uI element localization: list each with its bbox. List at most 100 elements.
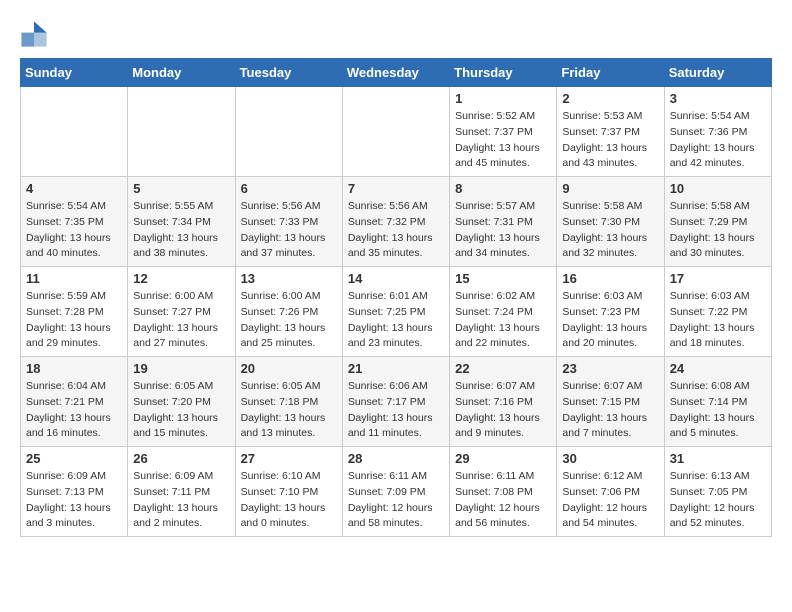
- calendar-cell: 25 Sunrise: 6:09 AM Sunset: 7:13 PM Dayli…: [21, 447, 128, 537]
- day-number: 6: [241, 181, 337, 196]
- logo: [20, 20, 52, 48]
- day-info: Sunrise: 6:06 AM Sunset: 7:17 PM Dayligh…: [348, 379, 444, 442]
- calendar-cell: [235, 87, 342, 177]
- day-info: Sunrise: 6:07 AM Sunset: 7:15 PM Dayligh…: [562, 379, 658, 442]
- day-info: Sunrise: 6:09 AM Sunset: 7:13 PM Dayligh…: [26, 469, 122, 532]
- calendar-week-3: 18 Sunrise: 6:04 AM Sunset: 7:21 PM Dayli…: [21, 357, 772, 447]
- header-monday: Monday: [128, 59, 235, 87]
- day-number: 25: [26, 451, 122, 466]
- calendar-table: SundayMondayTuesdayWednesdayThursdayFrid…: [20, 58, 772, 537]
- calendar-cell: 23 Sunrise: 6:07 AM Sunset: 7:15 PM Dayli…: [557, 357, 664, 447]
- calendar-cell: 1 Sunrise: 5:52 AM Sunset: 7:37 PM Daylig…: [450, 87, 557, 177]
- calendar-week-0: 1 Sunrise: 5:52 AM Sunset: 7:37 PM Daylig…: [21, 87, 772, 177]
- day-info: Sunrise: 6:05 AM Sunset: 7:18 PM Dayligh…: [241, 379, 337, 442]
- calendar-cell: 8 Sunrise: 5:57 AM Sunset: 7:31 PM Daylig…: [450, 177, 557, 267]
- header-friday: Friday: [557, 59, 664, 87]
- day-number: 9: [562, 181, 658, 196]
- calendar-cell: 13 Sunrise: 6:00 AM Sunset: 7:26 PM Dayli…: [235, 267, 342, 357]
- calendar-cell: 5Sunrise: 5:55 AM Sunset: 7:34 PM Daylig…: [128, 177, 235, 267]
- day-number: 23: [562, 361, 658, 376]
- day-info: Sunrise: 5:58 AM Sunset: 7:29 PM Dayligh…: [670, 199, 766, 262]
- day-number: 17: [670, 271, 766, 286]
- day-number: 27: [241, 451, 337, 466]
- day-info: Sunrise: 5:58 AM Sunset: 7:30 PM Dayligh…: [562, 199, 658, 262]
- day-number: 19: [133, 361, 229, 376]
- day-number: 11: [26, 271, 122, 286]
- day-number: 21: [348, 361, 444, 376]
- day-number: 30: [562, 451, 658, 466]
- header-wednesday: Wednesday: [342, 59, 449, 87]
- calendar-cell: 6 Sunrise: 5:56 AM Sunset: 7:33 PM Daylig…: [235, 177, 342, 267]
- day-number: 26: [133, 451, 229, 466]
- day-number: 29: [455, 451, 551, 466]
- calendar-cell: 11 Sunrise: 5:59 AM Sunset: 7:28 PM Dayli…: [21, 267, 128, 357]
- day-number: 8: [455, 181, 551, 196]
- calendar-cell: 30 Sunrise: 6:12 AM Sunset: 7:06 PM Dayli…: [557, 447, 664, 537]
- day-info: Sunrise: 6:00 AM Sunset: 7:27 PM Dayligh…: [133, 289, 229, 352]
- page-header: [20, 20, 772, 48]
- day-info: Sunrise: 6:08 AM Sunset: 7:14 PM Dayligh…: [670, 379, 766, 442]
- calendar-cell: [21, 87, 128, 177]
- day-number: 20: [241, 361, 337, 376]
- day-info: Sunrise: 5:57 AM Sunset: 7:31 PM Dayligh…: [455, 199, 551, 262]
- calendar-cell: 14Sunrise: 6:01 AM Sunset: 7:25 PM Dayli…: [342, 267, 449, 357]
- header-tuesday: Tuesday: [235, 59, 342, 87]
- day-number: 12: [133, 271, 229, 286]
- day-info: Sunrise: 6:09 AM Sunset: 7:11 PM Dayligh…: [133, 469, 229, 532]
- calendar-cell: 3 Sunrise: 5:54 AM Sunset: 7:36 PM Daylig…: [664, 87, 771, 177]
- calendar-cell: 7 Sunrise: 5:56 AM Sunset: 7:32 PM Daylig…: [342, 177, 449, 267]
- calendar-cell: 28 Sunrise: 6:11 AM Sunset: 7:09 PM Dayli…: [342, 447, 449, 537]
- calendar-cell: 2Sunrise: 5:53 AM Sunset: 7:37 PM Daylig…: [557, 87, 664, 177]
- calendar-cell: 15 Sunrise: 6:02 AM Sunset: 7:24 PM Dayli…: [450, 267, 557, 357]
- day-info: Sunrise: 6:04 AM Sunset: 7:21 PM Dayligh…: [26, 379, 122, 442]
- calendar-cell: 4 Sunrise: 5:54 AM Sunset: 7:35 PM Daylig…: [21, 177, 128, 267]
- day-number: 1: [455, 91, 551, 106]
- day-number: 3: [670, 91, 766, 106]
- calendar-cell: 12 Sunrise: 6:00 AM Sunset: 7:27 PM Dayli…: [128, 267, 235, 357]
- calendar-cell: 26 Sunrise: 6:09 AM Sunset: 7:11 PM Dayli…: [128, 447, 235, 537]
- day-info: Sunrise: 5:56 AM Sunset: 7:33 PM Dayligh…: [241, 199, 337, 262]
- calendar-cell: [128, 87, 235, 177]
- day-number: 15: [455, 271, 551, 286]
- day-number: 24: [670, 361, 766, 376]
- day-number: 5: [133, 181, 229, 196]
- calendar-cell: 29 Sunrise: 6:11 AM Sunset: 7:08 PM Dayli…: [450, 447, 557, 537]
- day-number: 2: [562, 91, 658, 106]
- calendar-week-1: 4 Sunrise: 5:54 AM Sunset: 7:35 PM Daylig…: [21, 177, 772, 267]
- day-number: 14: [348, 271, 444, 286]
- calendar-week-2: 11 Sunrise: 5:59 AM Sunset: 7:28 PM Dayli…: [21, 267, 772, 357]
- calendar-cell: 20 Sunrise: 6:05 AM Sunset: 7:18 PM Dayli…: [235, 357, 342, 447]
- day-info: Sunrise: 6:12 AM Sunset: 7:06 PM Dayligh…: [562, 469, 658, 532]
- day-info: Sunrise: 6:13 AM Sunset: 7:05 PM Dayligh…: [670, 469, 766, 532]
- day-info: Sunrise: 5:54 AM Sunset: 7:35 PM Dayligh…: [26, 199, 122, 262]
- header-saturday: Saturday: [664, 59, 771, 87]
- day-info: Sunrise: 6:11 AM Sunset: 7:09 PM Dayligh…: [348, 469, 444, 532]
- day-info: Sunrise: 6:03 AM Sunset: 7:23 PM Dayligh…: [562, 289, 658, 352]
- calendar-cell: 19 Sunrise: 6:05 AM Sunset: 7:20 PM Dayli…: [128, 357, 235, 447]
- calendar-header-row: SundayMondayTuesdayWednesdayThursdayFrid…: [21, 59, 772, 87]
- day-number: 13: [241, 271, 337, 286]
- day-number: 4: [26, 181, 122, 196]
- day-info: Sunrise: 6:10 AM Sunset: 7:10 PM Dayligh…: [241, 469, 337, 532]
- calendar-cell: 9 Sunrise: 5:58 AM Sunset: 7:30 PM Daylig…: [557, 177, 664, 267]
- day-info: Sunrise: 6:11 AM Sunset: 7:08 PM Dayligh…: [455, 469, 551, 532]
- day-info: Sunrise: 6:05 AM Sunset: 7:20 PM Dayligh…: [133, 379, 229, 442]
- day-info: Sunrise: 6:00 AM Sunset: 7:26 PM Dayligh…: [241, 289, 337, 352]
- day-number: 28: [348, 451, 444, 466]
- day-number: 7: [348, 181, 444, 196]
- header-sunday: Sunday: [21, 59, 128, 87]
- calendar-cell: 31Sunrise: 6:13 AM Sunset: 7:05 PM Dayli…: [664, 447, 771, 537]
- day-info: Sunrise: 5:59 AM Sunset: 7:28 PM Dayligh…: [26, 289, 122, 352]
- day-info: Sunrise: 5:52 AM Sunset: 7:37 PM Dayligh…: [455, 109, 551, 172]
- calendar-cell: 17Sunrise: 6:03 AM Sunset: 7:22 PM Dayli…: [664, 267, 771, 357]
- day-info: Sunrise: 5:56 AM Sunset: 7:32 PM Dayligh…: [348, 199, 444, 262]
- day-number: 16: [562, 271, 658, 286]
- day-number: 22: [455, 361, 551, 376]
- day-info: Sunrise: 5:54 AM Sunset: 7:36 PM Dayligh…: [670, 109, 766, 172]
- header-thursday: Thursday: [450, 59, 557, 87]
- day-number: 18: [26, 361, 122, 376]
- calendar-cell: 24 Sunrise: 6:08 AM Sunset: 7:14 PM Dayli…: [664, 357, 771, 447]
- calendar-week-4: 25 Sunrise: 6:09 AM Sunset: 7:13 PM Dayli…: [21, 447, 772, 537]
- day-info: Sunrise: 6:02 AM Sunset: 7:24 PM Dayligh…: [455, 289, 551, 352]
- calendar-cell: 16 Sunrise: 6:03 AM Sunset: 7:23 PM Dayli…: [557, 267, 664, 357]
